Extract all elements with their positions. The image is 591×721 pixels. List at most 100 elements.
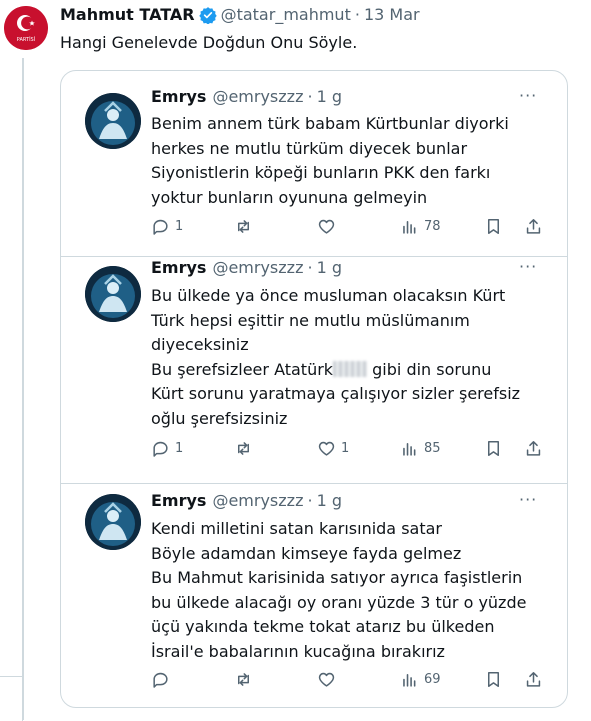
views-count: 78 — [424, 219, 441, 234]
reply-text: Kendi milletini satan karısınida satar B… — [151, 517, 551, 664]
bookmark-button[interactable] — [484, 217, 503, 236]
views-button[interactable]: 78 — [400, 217, 441, 236]
separator-dot: · — [307, 491, 313, 510]
author-handle[interactable]: @tatar_mahmut — [221, 4, 351, 26]
sidebar-fragment — [0, 676, 23, 721]
retweet-icon — [237, 673, 250, 686]
tweet-date[interactable]: 13 Mar — [364, 4, 420, 26]
retweet-button[interactable] — [234, 217, 253, 236]
separator-dot: · — [354, 5, 360, 24]
reply-icon — [153, 441, 168, 457]
svg-text:PARTİSİ: PARTİSİ — [17, 36, 35, 43]
divider — [61, 483, 567, 484]
views-button[interactable]: 69 — [400, 670, 441, 689]
like-count: 1 — [341, 441, 350, 456]
reply-line-start: Bu şerefsizleer Atatürk — [151, 359, 334, 379]
reply-text: Benim annem türk babam Kürtbunlar diyork… — [151, 112, 551, 210]
reply-line: Kürt sorunu yaratmaya çalışıyor sizler ş… — [151, 384, 521, 403]
author-name[interactable]: Emrys — [151, 86, 206, 108]
views-count: 85 — [424, 441, 441, 456]
reply-line: Benim annem türk babam Kürtbunlar diyork… — [151, 114, 509, 133]
reply-line: Bu Mahmut karisinida satıyor ayrıca faşi… — [151, 568, 523, 587]
action-bar: 69 — [151, 670, 543, 692]
reply-icon — [153, 219, 168, 235]
reply-line: yoktur bunların oyununa gelmeyin — [151, 187, 428, 207]
party-logo-icon: PARTİSİ — [4, 6, 48, 50]
reply-text: Bu ülkede ya önce musluman olacaksın Kür… — [151, 284, 551, 431]
verified-badge-icon — [198, 7, 217, 24]
action-bar: 1 78 — [151, 217, 543, 239]
share-icon — [526, 441, 541, 456]
reply-count: 1 — [175, 219, 184, 234]
reply-button[interactable] — [151, 670, 170, 689]
reply-icon — [153, 672, 168, 688]
author-handle[interactable]: @emryszzz — [212, 257, 303, 279]
heart-icon — [318, 672, 335, 687]
author-handle[interactable]: @emryszzz — [212, 490, 303, 512]
reply-line: Böyle adamdan kimseye fayda gelmez — [151, 543, 462, 563]
like-button[interactable] — [317, 670, 336, 689]
more-options-icon[interactable]: ··· — [519, 257, 537, 276]
analytics-icon — [403, 673, 416, 687]
tweet-text: Hangi Genelevde Doğdun Onu Söyle. — [60, 33, 358, 52]
statue-avatar-icon — [85, 93, 141, 149]
reply-header: Emrys @emryszzz · 1 g — [151, 86, 342, 108]
retweet-button[interactable] — [234, 439, 253, 458]
bookmark-button[interactable] — [484, 439, 503, 458]
heart-icon — [318, 441, 335, 456]
share-button[interactable] — [524, 439, 543, 458]
reply-line: Siyonistlerin köpeği bunların PKK den fa… — [151, 163, 491, 182]
analytics-icon — [403, 442, 416, 456]
reply-line: üçü yakında tekme tokat atarız bu ülkede… — [151, 617, 495, 636]
reply-line: oğlu şerefsizsiniz — [151, 408, 288, 428]
more-options-icon[interactable]: ··· — [519, 490, 537, 509]
like-button[interactable] — [317, 217, 336, 236]
share-icon — [526, 219, 541, 234]
more-options-icon[interactable]: ··· — [519, 86, 537, 105]
reply-button[interactable]: 1 — [151, 217, 183, 236]
avatar[interactable] — [85, 266, 141, 322]
bookmark-button[interactable] — [484, 670, 503, 689]
share-button[interactable] — [524, 670, 543, 689]
author-name[interactable]: Emrys — [151, 257, 206, 279]
reply-time[interactable]: 1 g — [317, 257, 342, 279]
avatar[interactable] — [85, 93, 141, 149]
share-icon — [526, 672, 541, 687]
reply-header: Emrys @emryszzz · 1 g — [151, 257, 342, 279]
bookmark-icon — [487, 441, 500, 456]
retweet-button[interactable] — [234, 670, 253, 689]
avatar[interactable]: PARTİSİ — [4, 6, 48, 50]
heart-icon — [318, 219, 335, 234]
action-bar: 1 1 85 — [151, 439, 543, 461]
separator-dot: · — [307, 258, 313, 277]
reply-line-end: gibi din sorunu — [367, 359, 492, 379]
reply-time[interactable]: 1 g — [317, 86, 342, 108]
bookmark-icon — [487, 672, 500, 687]
quoted-thread-card[interactable]: Emrys @emryszzz · 1 g ··· Benim annem tü… — [60, 70, 568, 708]
reply-line: Türk hepsi eşittir ne mutlu müslümanım — [151, 310, 470, 330]
statue-avatar-icon — [85, 266, 141, 322]
bookmark-icon — [487, 219, 500, 234]
statue-avatar-icon — [85, 494, 141, 550]
separator-dot: · — [307, 87, 313, 106]
thread-line — [22, 58, 24, 720]
author-name[interactable]: Emrys — [151, 490, 206, 512]
views-count: 69 — [424, 672, 441, 687]
share-button[interactable] — [524, 217, 543, 236]
retweet-icon — [237, 220, 250, 233]
reply-line: bu ülkede alacağı oy oranı yüzde 3 tür o… — [151, 592, 527, 612]
tweet-header: Mahmut TATAR @tatar_mahmut · 13 Mar — [60, 4, 420, 26]
like-button[interactable]: 1 — [317, 439, 349, 458]
blurred-word — [333, 360, 368, 377]
reply-count: 1 — [175, 441, 184, 456]
views-button[interactable]: 85 — [400, 439, 441, 458]
retweet-icon — [237, 442, 250, 455]
author-name[interactable]: Mahmut TATAR — [60, 4, 195, 26]
reply-line: İsrail'e babalarının kucağına bırakırız — [151, 641, 445, 661]
avatar[interactable] — [85, 494, 141, 550]
reply-time[interactable]: 1 g — [317, 490, 342, 512]
reply-line: Bu ülkede ya önce musluman olacaksın Kür… — [151, 286, 506, 305]
reply-line: herkes ne mutlu türküm diyecek bunlar — [151, 138, 468, 158]
author-handle[interactable]: @emryszzz — [212, 86, 303, 108]
reply-button[interactable]: 1 — [151, 439, 183, 458]
